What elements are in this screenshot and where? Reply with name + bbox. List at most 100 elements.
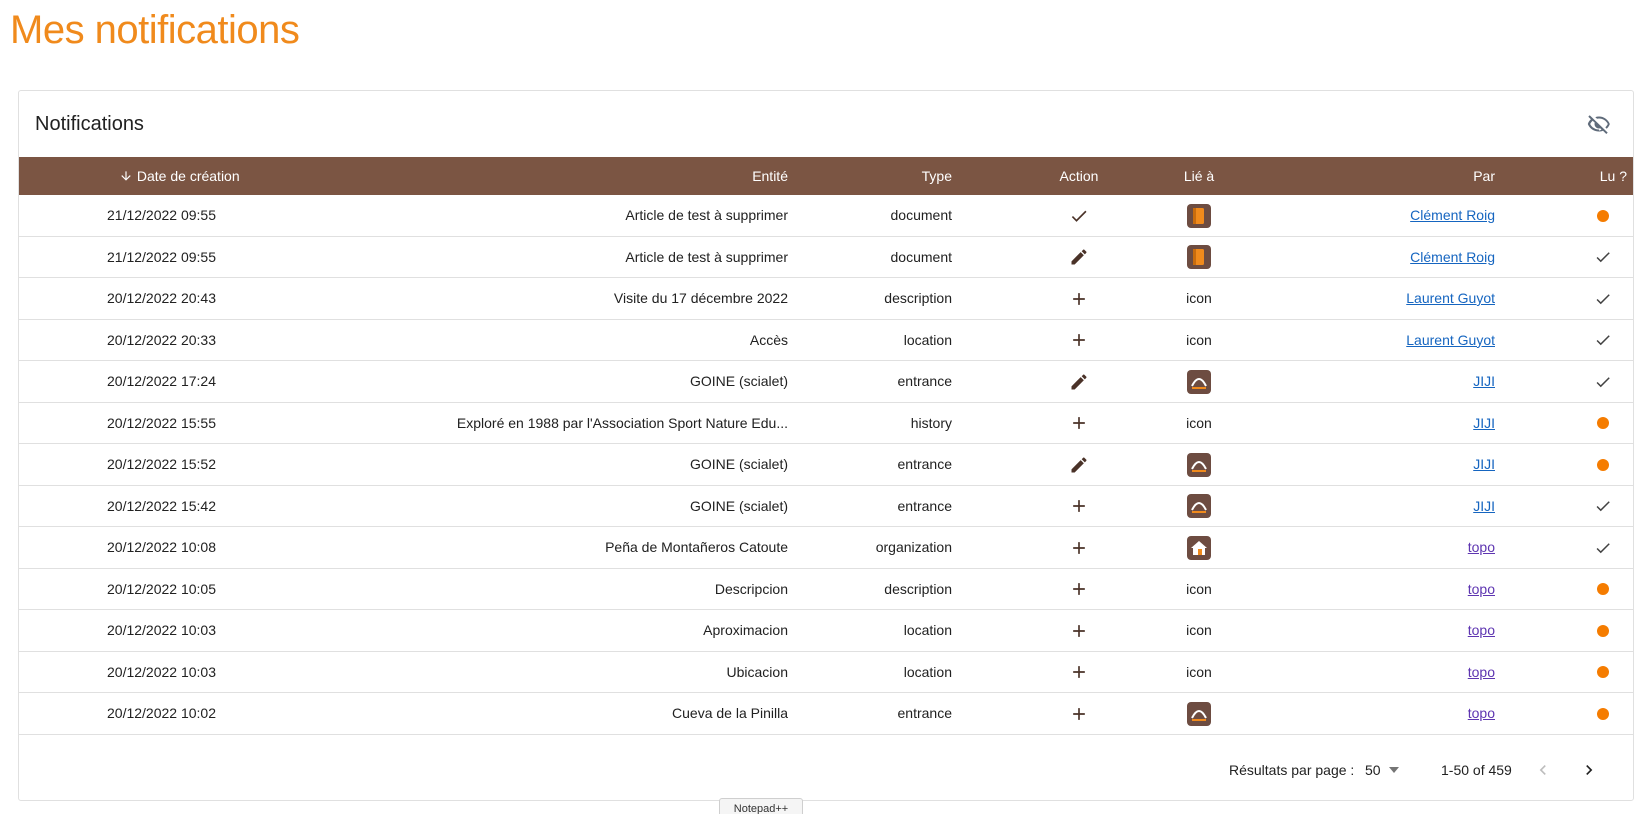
plus-icon	[1073, 541, 1085, 554]
rows-per-page-select[interactable]: 50	[1365, 758, 1411, 782]
cell-read[interactable]	[1579, 278, 1627, 319]
header-linked[interactable]: Lié à	[1139, 157, 1259, 195]
cell-by: JIJI	[1299, 403, 1495, 444]
table-row[interactable]: 20/12/2022 17:24 GOINE (scialet) entranc…	[19, 361, 1633, 403]
cell-linked[interactable]: icon	[1169, 320, 1229, 361]
user-link[interactable]: topo	[1468, 705, 1495, 721]
header-action[interactable]: Action	[1019, 157, 1139, 195]
plus-icon	[1073, 334, 1085, 346]
table-row[interactable]: 21/12/2022 09:55 Article de test à suppr…	[19, 237, 1633, 278]
table-body: 21/12/2022 09:55 Article de test à suppr…	[19, 195, 1633, 740]
cell-read[interactable]	[1579, 195, 1627, 236]
cell-read[interactable]	[1579, 610, 1627, 651]
cell-linked[interactable]: icon	[1169, 610, 1229, 651]
table-row[interactable]: 20/12/2022 20:43 Visite du 17 décembre 2…	[19, 278, 1633, 320]
cell-linked[interactable]	[1169, 486, 1229, 527]
cell-linked[interactable]	[1169, 693, 1229, 734]
previous-page-button[interactable]	[1527, 754, 1559, 786]
toggle-read-visibility-button[interactable]	[1581, 106, 1617, 142]
unread-dot	[1597, 707, 1609, 720]
cell-date: 20/12/2022 10:05	[107, 580, 216, 597]
cell-action	[1049, 486, 1109, 527]
entrance-icon	[1187, 452, 1211, 477]
table-header: Date de création Entité Type Action Lié …	[19, 157, 1633, 195]
table-row[interactable]: 21/12/2022 09:55 Article de test à suppr…	[19, 195, 1633, 237]
linked-text: icon	[1186, 414, 1212, 431]
unread-dot	[1597, 417, 1609, 429]
cell-read[interactable]	[1579, 320, 1627, 361]
cell-linked[interactable]: icon	[1169, 403, 1229, 444]
user-link[interactable]: Laurent Guyot	[1406, 290, 1495, 306]
cell-linked[interactable]: icon	[1169, 569, 1229, 610]
cell-linked[interactable]: icon	[1169, 652, 1229, 693]
header-by[interactable]: Par	[1299, 157, 1495, 195]
table-row[interactable]: 20/12/2022 10:02 Cueva de la Pinilla ent…	[19, 693, 1633, 735]
cell-action	[1049, 195, 1109, 236]
table-row[interactable]: 20/12/2022 15:42 GOINE (scialet) entranc…	[19, 486, 1633, 527]
cell-date: 20/12/2022 15:42	[107, 497, 216, 514]
table-row[interactable]: 20/12/2022 10:05 Descripcion description…	[19, 569, 1633, 610]
user-link[interactable]: topo	[1468, 581, 1495, 597]
user-link[interactable]: JIJI	[1473, 373, 1495, 389]
caret-down-icon	[1388, 767, 1399, 773]
user-link[interactable]: topo	[1468, 664, 1495, 680]
cell-read[interactable]	[1579, 652, 1627, 693]
header-entity[interactable]: Entité	[249, 157, 788, 195]
header-read[interactable]: Lu ?	[1549, 157, 1627, 195]
cell-read[interactable]	[1579, 527, 1627, 568]
cell-linked[interactable]	[1169, 361, 1229, 402]
cell-read[interactable]	[1579, 403, 1627, 444]
card-header: Notifications	[19, 91, 1633, 157]
user-link[interactable]: Laurent Guyot	[1406, 332, 1495, 348]
pencil-icon	[1071, 457, 1087, 472]
cell-read[interactable]	[1579, 486, 1627, 527]
header-date-label: Date de création	[136, 168, 240, 184]
linked-text: icon	[1186, 290, 1212, 306]
table-row[interactable]: 20/12/2022 15:55 Exploré en 1988 par l'A…	[19, 403, 1633, 444]
sort-date-header[interactable]: Date de création	[119, 157, 240, 195]
cell-linked[interactable]: icon	[1169, 278, 1229, 319]
user-link[interactable]: Clément Roig	[1410, 207, 1495, 223]
plus-icon	[1073, 500, 1085, 512]
cell-read[interactable]	[1579, 237, 1627, 278]
plus-icon	[1073, 624, 1085, 637]
rows-per-page-label: Résultats par page :	[1229, 762, 1355, 778]
linked-text: icon	[1186, 580, 1212, 597]
cell-read[interactable]	[1579, 361, 1627, 402]
unread-dot	[1597, 583, 1609, 595]
cell-entity: Ubicacion	[726, 663, 788, 680]
user-link[interactable]: JIJI	[1473, 415, 1495, 431]
user-link[interactable]: JIJI	[1473, 498, 1495, 514]
cell-read[interactable]	[1579, 693, 1627, 734]
cell-read[interactable]	[1579, 569, 1627, 610]
user-link[interactable]: topo	[1468, 539, 1495, 555]
chevron-left-icon	[1539, 765, 1546, 775]
cell-linked[interactable]	[1169, 195, 1229, 236]
cell-linked[interactable]	[1169, 444, 1229, 485]
table-row[interactable]: 20/12/2022 10:03 Ubicacion location icon…	[19, 652, 1633, 693]
cell-type: entrance	[897, 456, 952, 472]
user-link[interactable]: Clément Roig	[1410, 249, 1495, 265]
table-row[interactable]: 20/12/2022 10:03 Aproximacion location i…	[19, 610, 1633, 652]
cell-read[interactable]	[1579, 444, 1627, 485]
table-row[interactable]: 20/12/2022 15:52 GOINE (scialet) entranc…	[19, 444, 1633, 486]
organization-icon	[1187, 535, 1211, 560]
cell-date: 21/12/2022 09:55	[107, 207, 216, 223]
unread-dot	[1597, 624, 1609, 637]
cell-date: 20/12/2022 15:55	[107, 414, 216, 431]
cell-type: document	[890, 207, 952, 223]
cell-linked[interactable]	[1169, 527, 1229, 568]
header-type[interactable]: Type	[799, 157, 952, 195]
user-link[interactable]: JIJI	[1473, 456, 1495, 472]
cell-linked[interactable]	[1169, 237, 1229, 278]
entrance-icon	[1187, 369, 1211, 394]
cell-entity: Exploré en 1988 par l'Association Sport …	[456, 414, 788, 431]
table-row[interactable]: 20/12/2022 20:33 Accès location icon Lau…	[19, 320, 1633, 361]
next-page-button[interactable]	[1573, 754, 1605, 786]
user-link[interactable]: topo	[1468, 622, 1495, 638]
cell-entity: GOINE (scialet)	[689, 497, 788, 514]
cell-date: 20/12/2022 20:43	[107, 290, 216, 306]
cell-action	[1049, 237, 1109, 278]
table-row[interactable]: 20/12/2022 10:08 Peña de Montañeros Cato…	[19, 527, 1633, 569]
cell-entity: Descripcion	[714, 580, 788, 597]
